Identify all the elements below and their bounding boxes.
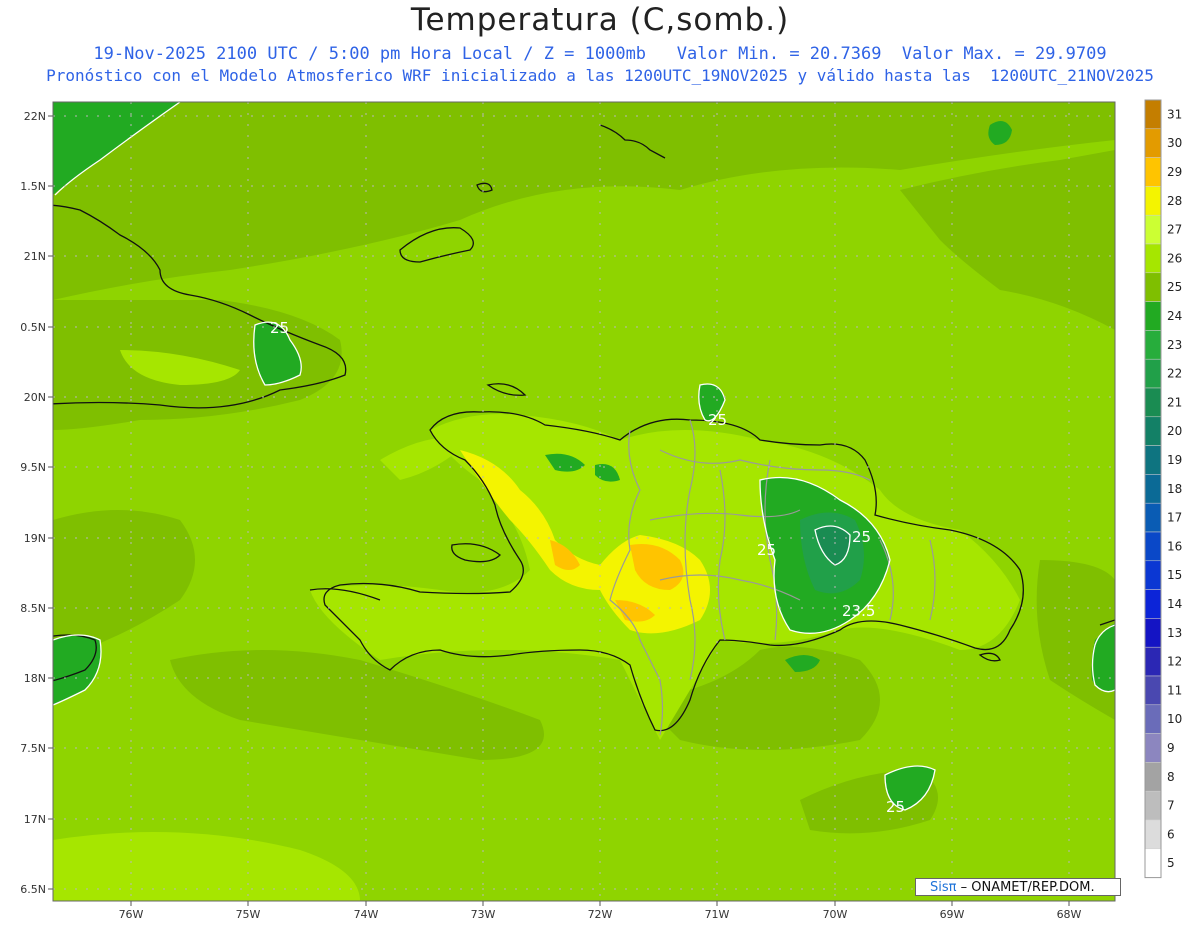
colorbar-label: 18 xyxy=(1167,482,1182,496)
lat-label: 1.5N xyxy=(20,180,46,193)
colorbar-label: 30 xyxy=(1167,136,1182,150)
lat-label: 17N xyxy=(24,813,46,826)
colorbar-swatch xyxy=(1144,445,1162,475)
colorbar-swatch xyxy=(1144,531,1162,562)
lon-label: 72W xyxy=(588,908,613,921)
colorbar-swatch xyxy=(1144,560,1162,590)
lon-label: 74W xyxy=(354,908,379,921)
colorbar-swatch xyxy=(1144,790,1162,821)
contour-label: 25 xyxy=(757,541,776,559)
colorbar-swatch xyxy=(1144,330,1162,360)
temperature-map: 25 25 25 25 25 23.5 25 xyxy=(20,99,1182,921)
lat-label: 20N xyxy=(24,391,46,404)
lon-label: 73W xyxy=(471,908,496,921)
contour-label: 23.5 xyxy=(842,602,875,620)
colorbar-label: 31 xyxy=(1167,107,1182,121)
lon-label: 70W xyxy=(823,908,848,921)
colorbar-label: 27 xyxy=(1167,223,1182,237)
lat-label: 8.5N xyxy=(20,602,46,615)
colorbar-label: 10 xyxy=(1167,712,1182,726)
colorbar-swatch xyxy=(1144,128,1162,158)
contour-label: 25 xyxy=(708,411,727,429)
colorbar-swatch xyxy=(1144,848,1162,878)
colorbar-label: 8 xyxy=(1167,770,1175,784)
latitude-axis: 22N 1.5N 21N 0.5N 20N 9.5N 19N 8.5N 18N … xyxy=(20,110,53,896)
credit-box: Sisπ – ONAMET/REP.DOM. xyxy=(915,878,1121,896)
lon-label: 71W xyxy=(705,908,730,921)
colorbar: 31 30 29 28 27 26 25 24 23 22 21 20 19 18 17 16 15 14 13 12… xyxy=(1144,99,1182,879)
colorbar-swatch xyxy=(1144,502,1162,533)
colorbar-label: 5 xyxy=(1167,856,1175,870)
colorbar-label: 22 xyxy=(1167,367,1182,381)
colorbar-label: 21 xyxy=(1167,395,1182,409)
colorbar-swatch xyxy=(1144,301,1162,331)
colorbar-swatch xyxy=(1144,474,1162,504)
colorbar-label: 6 xyxy=(1167,827,1175,841)
contour-label: 25 xyxy=(886,798,905,816)
colorbar-label: 24 xyxy=(1167,309,1182,323)
colorbar-swatch xyxy=(1144,272,1162,302)
longitude-axis: 76W 75W 74W 73W 72W 71W 70W 69W 68W xyxy=(119,901,1082,921)
colorbar-swatch xyxy=(1144,214,1162,245)
lon-label: 69W xyxy=(940,908,965,921)
lat-label: 21N xyxy=(24,250,46,263)
lat-label: 7.5N xyxy=(20,742,46,755)
colorbar-label: 12 xyxy=(1167,655,1182,669)
colorbar-label: 29 xyxy=(1167,165,1182,179)
lon-label: 75W xyxy=(236,908,261,921)
colorbar-swatch xyxy=(1144,733,1162,763)
lat-label: 6.5N xyxy=(20,883,46,896)
colorbar-label: 19 xyxy=(1167,453,1182,467)
colorbar-swatch xyxy=(1144,186,1162,216)
colorbar-label: 16 xyxy=(1167,539,1182,553)
colorbar-swatch xyxy=(1144,618,1162,648)
colorbar-swatch xyxy=(1144,416,1162,446)
colorbar-label: 13 xyxy=(1167,626,1182,640)
colorbar-swatch xyxy=(1144,819,1162,850)
colorbar-swatch xyxy=(1144,99,1162,130)
lon-label: 76W xyxy=(119,908,144,921)
colorbar-swatch xyxy=(1144,387,1162,418)
colorbar-label: 17 xyxy=(1167,511,1182,525)
lon-label: 68W xyxy=(1057,908,1082,921)
contour-label: 25 xyxy=(270,319,289,337)
contour-label: 25 xyxy=(852,528,871,546)
colorbar-label: 11 xyxy=(1167,683,1182,697)
colorbar-swatch xyxy=(1144,243,1162,274)
lat-label: 0.5N xyxy=(20,321,46,334)
credit-text: – ONAMET/REP.DOM. xyxy=(956,880,1095,895)
colorbar-swatch xyxy=(1144,762,1162,792)
colorbar-label: 23 xyxy=(1167,338,1182,352)
colorbar-label: 15 xyxy=(1167,568,1182,582)
lat-label: 18N xyxy=(24,672,46,685)
colorbar-swatch xyxy=(1144,589,1162,619)
map-field: 25 25 25 25 25 23.5 25 xyxy=(53,102,1115,901)
colorbar-label: 28 xyxy=(1167,194,1182,208)
colorbar-label: 14 xyxy=(1167,597,1182,611)
colorbar-label: 25 xyxy=(1167,280,1182,294)
lat-label: 9.5N xyxy=(20,461,46,474)
colorbar-swatch xyxy=(1144,704,1162,734)
colorbar-label: 26 xyxy=(1167,251,1182,265)
lat-label: 19N xyxy=(24,532,46,545)
sis-logo-text: Sisπ xyxy=(930,880,957,895)
colorbar-swatch xyxy=(1144,157,1162,187)
colorbar-label: 7 xyxy=(1167,799,1175,813)
colorbar-label: 20 xyxy=(1167,424,1182,438)
colorbar-swatch xyxy=(1144,675,1162,706)
lat-label: 22N xyxy=(24,110,46,123)
colorbar-swatch xyxy=(1144,646,1162,677)
colorbar-label: 9 xyxy=(1167,741,1175,755)
colorbar-swatch xyxy=(1144,358,1162,389)
